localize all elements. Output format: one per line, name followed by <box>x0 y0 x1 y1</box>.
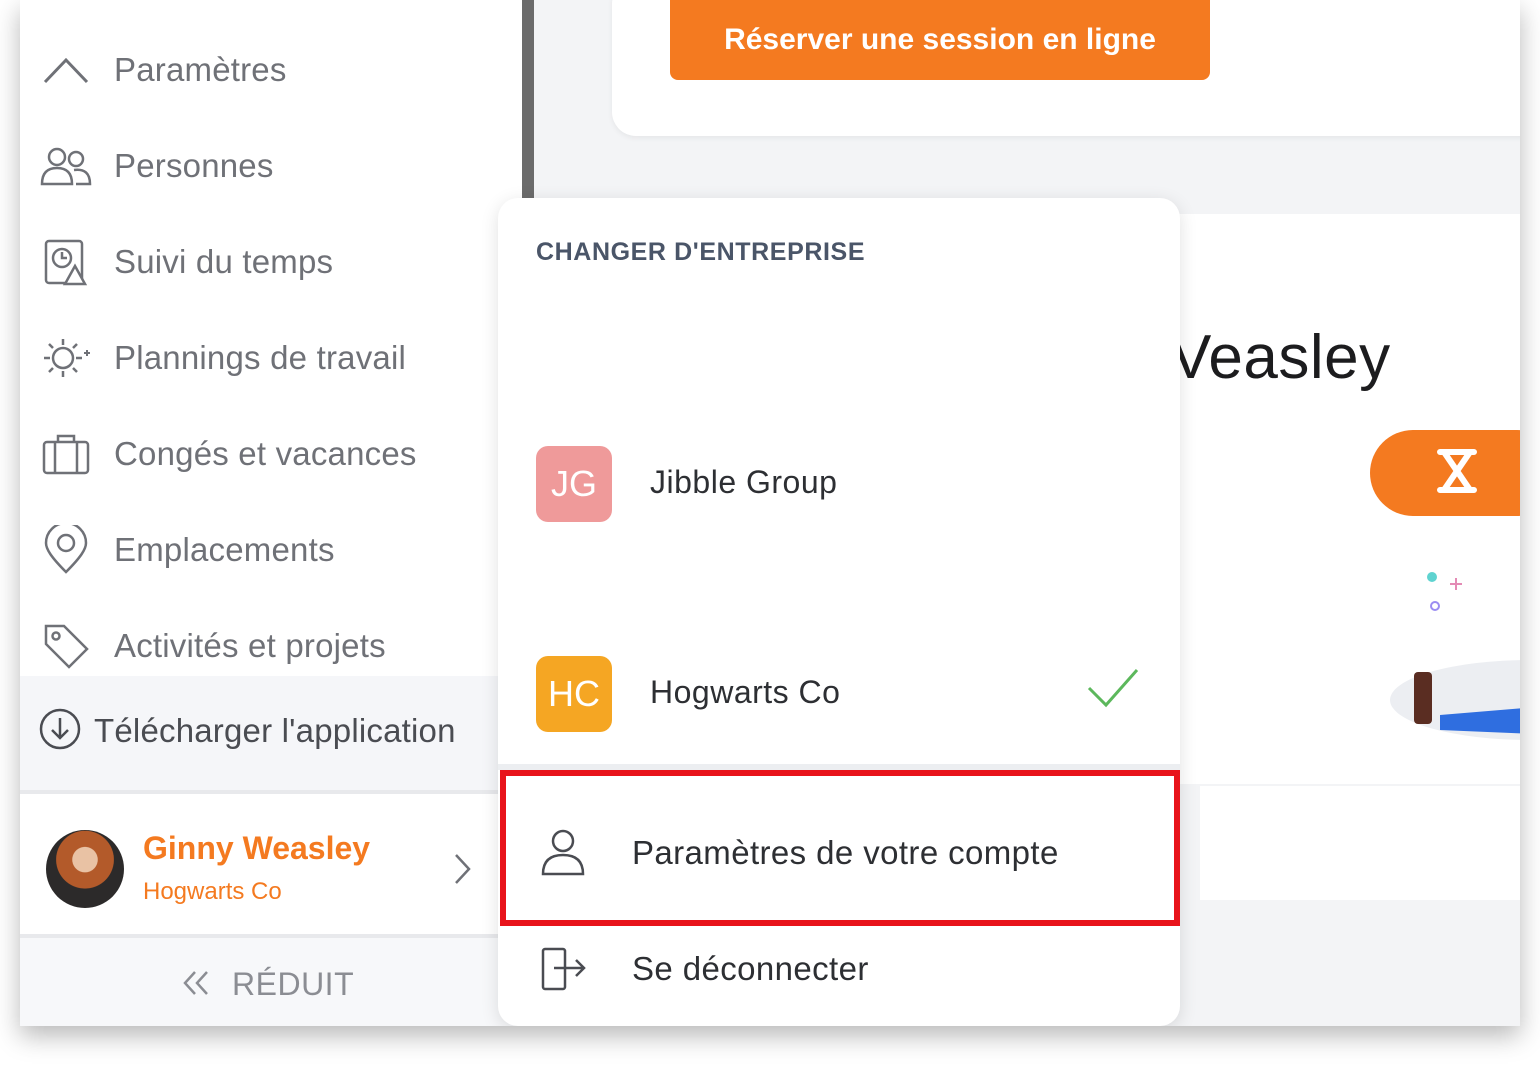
logout-icon <box>540 946 588 997</box>
sidebar-item-label: Emplacements <box>114 531 335 568</box>
sidebar-item-personnes[interactable]: Personnes <box>20 118 522 214</box>
sidebar-item-conges[interactable]: Congés et vacances <box>20 406 522 502</box>
location-pin-icon <box>40 524 92 576</box>
download-app-label: Télécharger l'application <box>94 712 456 749</box>
hourglass-icon <box>1434 448 1480 499</box>
time-tracking-icon <box>40 236 92 288</box>
company-name: Hogwarts Co <box>650 674 841 710</box>
sidebar-item-label: Suivi du temps <box>114 243 334 280</box>
sidebar-item-plannings[interactable]: Plannings de travail <box>20 310 522 406</box>
sidebar-item-emplacements[interactable]: Emplacements <box>20 502 522 598</box>
welcome-name: Veasley <box>1170 323 1391 392</box>
user-company: Hogwarts Co <box>143 878 282 905</box>
company-option-jibble-group[interactable]: JG Jibble Group <box>498 434 1180 534</box>
schedule-icon <box>40 332 92 384</box>
highlight-annotation <box>500 770 1180 926</box>
chevron-right-icon <box>452 852 472 891</box>
sidebar-item-label: Congés et vacances <box>114 435 417 472</box>
tag-icon <box>40 620 92 672</box>
checkmark-icon <box>1086 666 1140 715</box>
logout-button[interactable]: Se déconnecter <box>498 926 1180 1026</box>
collapse-label: RÉDUIT <box>232 966 355 1002</box>
double-chevron-left-icon <box>180 968 212 1003</box>
sidebar-item-label: Plannings de travail <box>114 339 407 376</box>
app-window: Réserver une session en ligne Veasley Pa… <box>20 0 1520 1026</box>
illustration <box>1380 560 1520 760</box>
avatar <box>46 830 124 908</box>
download-icon <box>38 707 82 751</box>
sidebar-item-label: Activités et projets <box>114 627 386 664</box>
people-icon <box>40 140 92 192</box>
company-option-hogwarts-co[interactable]: HC Hogwarts Co <box>498 644 1180 744</box>
chevron-up-icon <box>40 44 92 96</box>
download-app-button[interactable]: Télécharger l'application <box>20 676 522 790</box>
sidebar-item-label: Paramètres <box>114 51 287 88</box>
user-name: Ginny Weasley <box>143 830 371 866</box>
sidebar-item-label: Personnes <box>114 147 274 184</box>
company-name: Jibble Group <box>650 464 838 500</box>
switch-company-header: CHANGER D'ENTREPRISE <box>536 238 866 266</box>
logout-label: Se déconnecter <box>632 950 869 987</box>
book-session-button[interactable]: Réserver une session en ligne <box>670 0 1210 80</box>
company-badge: HC <box>536 656 612 732</box>
sidebar-item-parametres[interactable]: Paramètres <box>20 22 522 118</box>
company-badge: JG <box>536 446 612 522</box>
sidebar-border <box>522 0 534 200</box>
briefcase-icon <box>40 428 92 480</box>
sidebar-item-suivi-du-temps[interactable]: Suivi du temps <box>20 214 522 310</box>
collapse-sidebar-button[interactable]: RÉDUIT <box>20 938 522 1026</box>
content-strip <box>1200 786 1520 900</box>
user-profile-menu[interactable]: Ginny Weasley Hogwarts Co <box>20 794 522 934</box>
sidebar: Paramètres Personnes Suivi du temps Plan… <box>20 0 522 1026</box>
